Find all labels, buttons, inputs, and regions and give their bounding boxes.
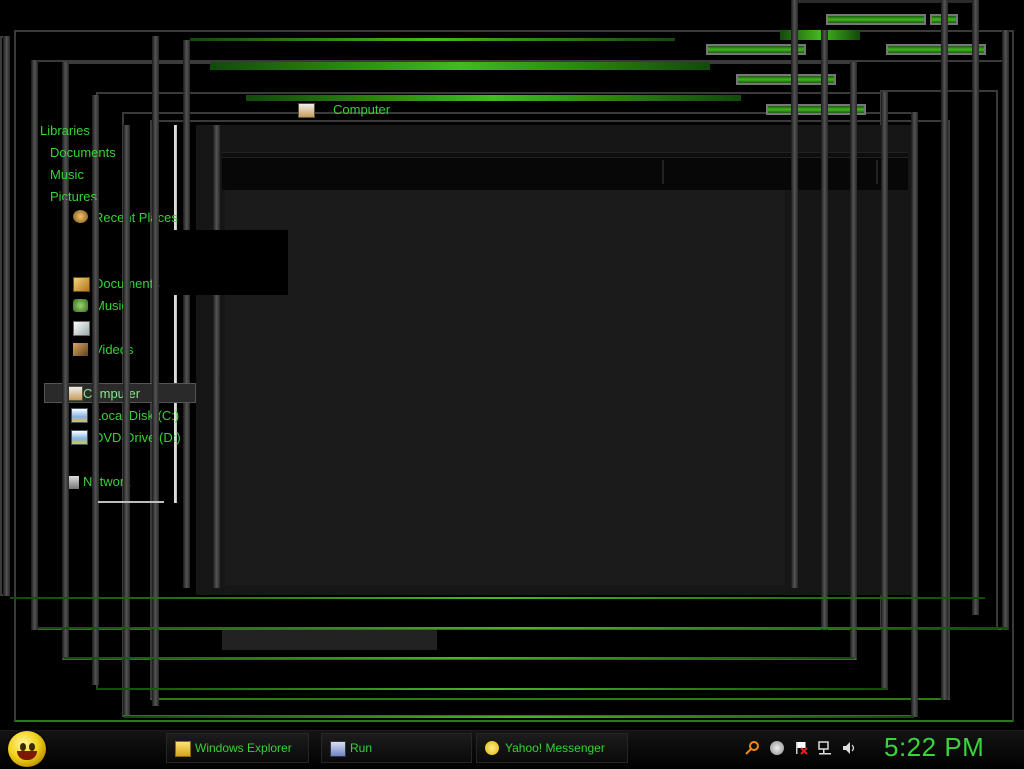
ghost-row (222, 630, 437, 650)
messenger-icon[interactable] (770, 741, 784, 755)
window-border (152, 200, 159, 500)
breadcrumb-computer[interactable]: Computer (333, 102, 390, 117)
title-bar-glow (210, 62, 710, 70)
videos-icon (73, 343, 88, 356)
local-disk-icon (71, 408, 88, 423)
network-icon[interactable] (818, 741, 832, 755)
window-border (850, 62, 857, 658)
column-header-strip (222, 154, 908, 190)
window-border (1002, 30, 1009, 630)
window-border (821, 30, 828, 630)
nav-recent-places[interactable]: Recent Places (94, 210, 178, 225)
window-border (941, 0, 948, 700)
window-bottom-edge (10, 597, 985, 599)
column-divider (666, 160, 878, 184)
window-border (881, 92, 888, 690)
window-border (62, 200, 69, 500)
desktop: Computer Libraries Documents Music Pictu… (0, 0, 1024, 730)
nav-local-disk[interactable]: Local Disk (C:) (94, 408, 179, 423)
task-run[interactable]: Run (321, 733, 472, 763)
dvd-drive-icon (71, 430, 88, 445)
documents-icon (73, 277, 90, 292)
title-bar-glow (793, 0, 978, 3)
column-divider (222, 160, 664, 184)
nav-dvd-drive[interactable]: DVD Drive (D:) (94, 430, 181, 445)
window-border (92, 200, 99, 500)
action-center-flag-icon[interactable] (794, 741, 808, 755)
nav-pictures[interactable]: Pictures (50, 189, 97, 204)
window-bottom-edge (64, 657, 854, 659)
task-yahoo-messenger[interactable]: Yahoo! Messenger (476, 733, 628, 763)
title-bar-glow (246, 95, 741, 101)
nav-documents[interactable]: Documents (50, 145, 116, 160)
window-border (791, 0, 798, 588)
task-label: Windows Explorer (195, 741, 292, 755)
nav-music[interactable]: Music (50, 167, 84, 182)
title-bar-glow (190, 38, 675, 41)
window-border (31, 60, 38, 630)
yahoo-smiley-icon (485, 741, 499, 755)
run-icon (330, 741, 346, 757)
task-windows-explorer[interactable]: Windows Explorer (166, 733, 309, 763)
task-label: Yahoo! Messenger (505, 741, 605, 755)
window-border (183, 40, 190, 588)
window-bottom-edge (124, 716, 914, 718)
music-icon (73, 299, 88, 312)
search-icon[interactable] (745, 741, 759, 755)
file-list-area[interactable] (225, 180, 785, 585)
ghost-row (222, 152, 908, 158)
window-border (3, 36, 10, 596)
pictures-icon (73, 321, 90, 336)
start-button[interactable] (8, 731, 46, 767)
white-frame-artifact (164, 125, 176, 503)
computer-icon (298, 103, 315, 118)
window-bottom-edge (96, 688, 886, 690)
network-icon (69, 476, 79, 489)
smiley-eye (20, 743, 26, 751)
volume-icon[interactable] (842, 741, 856, 755)
window-bottom-edge (38, 627, 1008, 629)
folder-icon (175, 741, 191, 757)
window-border (213, 125, 220, 588)
recent-places-icon (73, 210, 88, 223)
nav-libraries[interactable]: Libraries (40, 123, 90, 138)
smiley-mouth (17, 751, 37, 760)
caption-buttons[interactable] (886, 44, 986, 55)
clock[interactable]: 5:22 PM (884, 732, 984, 763)
black-artifact-box (170, 230, 288, 295)
caption-buttons[interactable] (826, 14, 926, 25)
window-border (972, 0, 979, 615)
window-border (123, 200, 130, 500)
smiley-eye (29, 743, 35, 751)
task-label: Run (350, 741, 373, 755)
